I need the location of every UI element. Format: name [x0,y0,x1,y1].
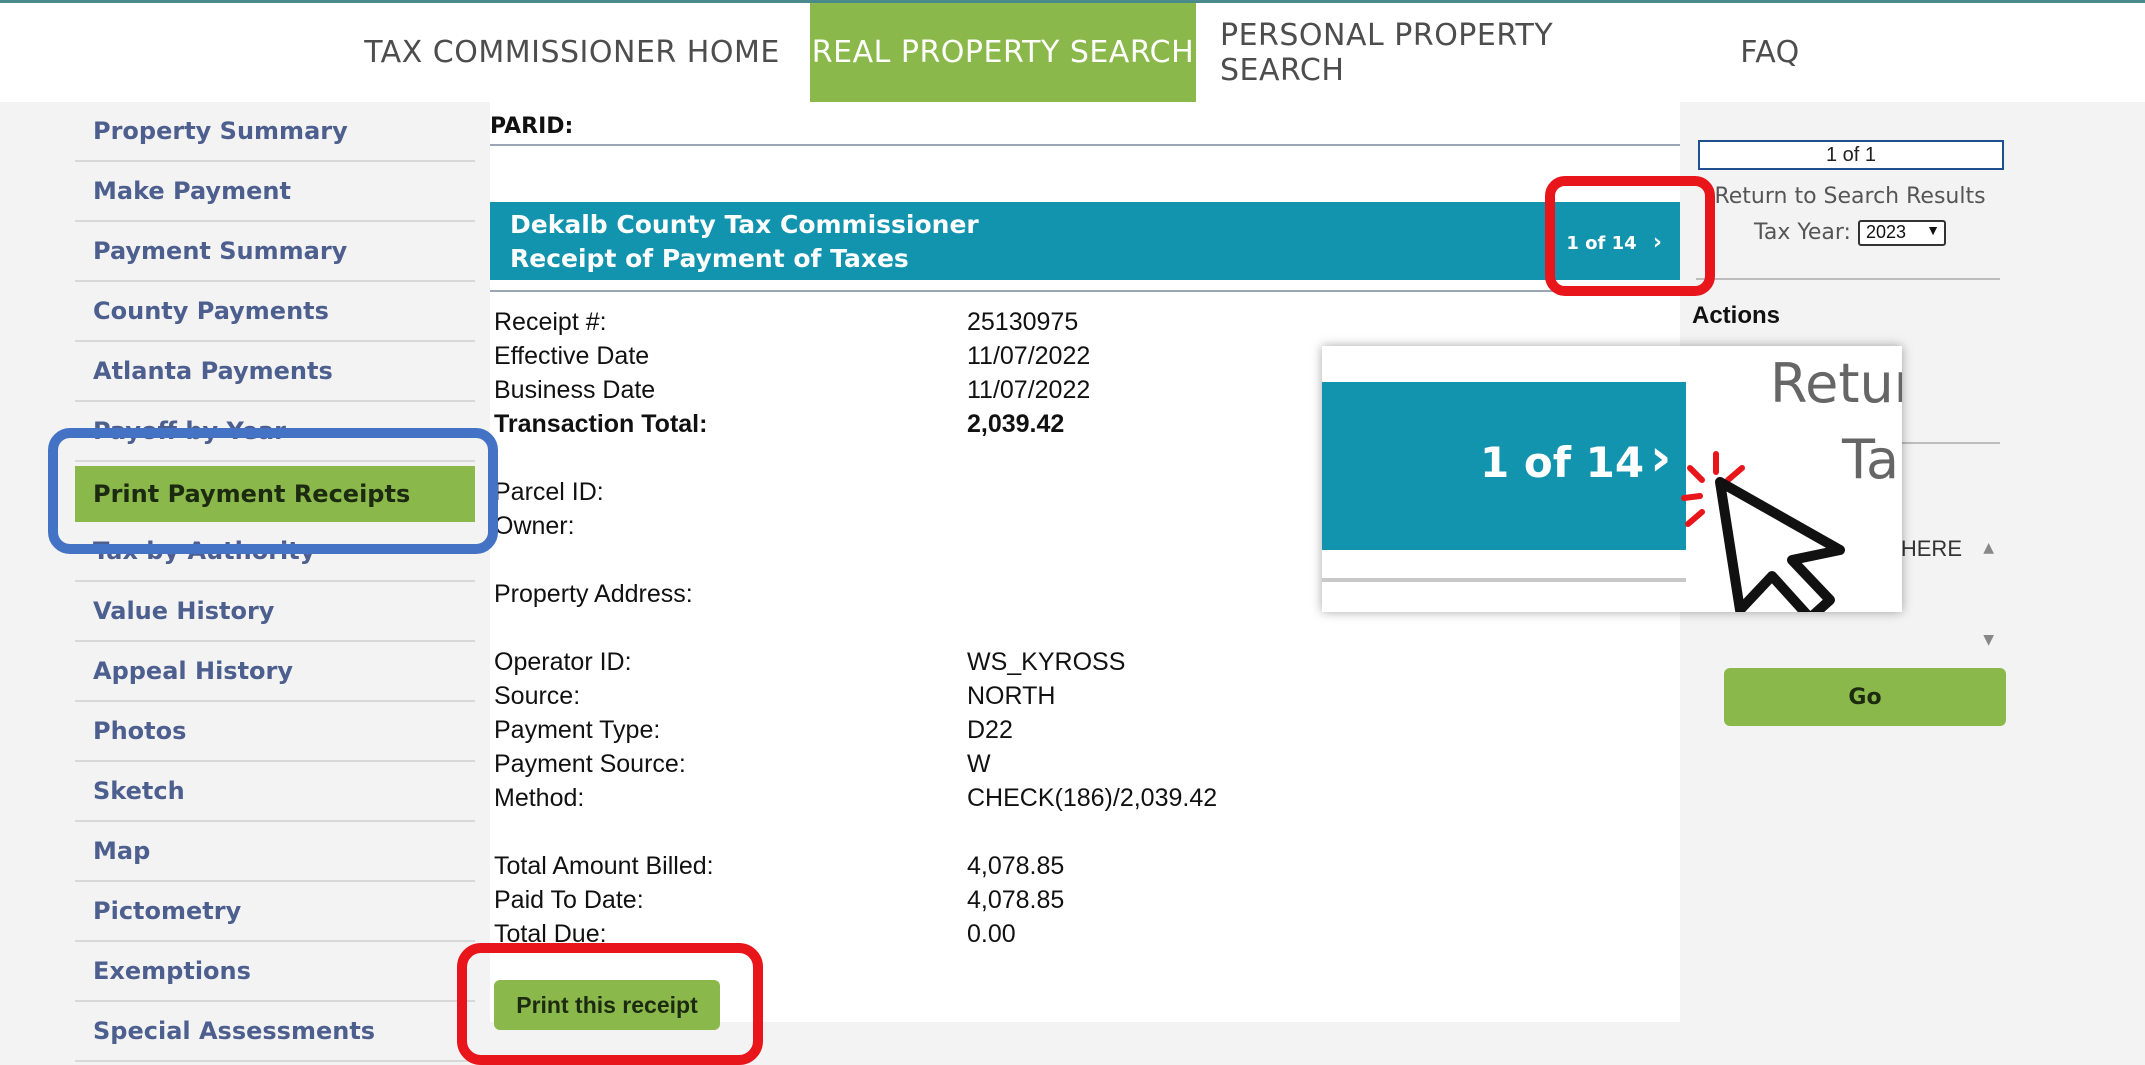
tax-year-value: 2023 [1865,222,1906,242]
actions-list-text: HERE [1900,536,1962,561]
payment-source-label: Payment Source: [494,750,686,778]
tax-year-label: Tax Year: [1754,220,1851,245]
operator-id-value: WS_KYROSS [967,648,1126,676]
tax-year-select[interactable]: 2023 ▼ [1857,220,1946,246]
nav-real-property-search[interactable]: REAL PROPERTY SEARCH [810,3,1196,102]
sidebar-item-appeal-history[interactable]: Appeal History [75,642,475,702]
operator-id-label: Operator ID: [494,648,632,676]
chevron-down-icon: ▼ [1926,222,1940,238]
sidebar-item-payment-summary[interactable]: Payment Summary [75,222,475,282]
top-navigation: TAX COMMISSIONER HOME REAL PROPERTY SEAR… [0,0,2145,102]
parcel-id-label: Parcel ID: [494,478,604,506]
divider [490,144,1680,146]
paid-to-date-label: Paid To Date: [494,886,644,914]
property-address-label: Property Address: [494,580,693,608]
payment-type-label: Payment Type: [494,716,661,744]
sidebar-item-map[interactable]: Map [75,822,475,882]
source-label: Source: [494,682,581,710]
sidebar-item-county-payments[interactable]: County Payments [75,282,475,342]
method-value: CHECK(186)/2,039.42 [967,784,1218,812]
zoom-inset: 1 of 14 › Retur Ta [1322,346,1902,612]
highlight-box-print-receipts [48,428,498,554]
sidebar-item-atlanta-payments[interactable]: Atlanta Payments [75,342,475,402]
zoom-divider [1322,578,1686,582]
sidebar-item-photos[interactable]: Photos [75,702,475,762]
effective-date-label: Effective Date [494,342,650,370]
nav-faq[interactable]: FAQ [1720,3,1820,102]
zoom-pager-text: 1 of 14 [1480,438,1645,487]
source-value: NORTH [967,682,1056,710]
receipt-banner: Dekalb County Tax Commissioner Receipt o… [490,202,1680,280]
total-billed-label: Total Amount Billed: [494,852,714,880]
sidebar-item-sketch[interactable]: Sketch [75,762,475,822]
zoom-return-text: Retur [1770,352,1902,415]
sidebar-item-property-summary[interactable]: Property Summary [75,102,475,162]
nav-personal-property-search[interactable]: PERSONAL PROPERTY SEARCH [1220,3,1680,102]
receipt-number-label: Receipt #: [494,308,607,336]
divider [1696,278,2000,280]
scroll-up-icon[interactable]: ▲ [1983,540,1994,556]
business-date-label: Business Date [494,376,656,404]
receipt-number-value: 25130975 [967,308,1079,336]
transaction-total-label: Transaction Total: [494,410,708,438]
payment-source-value: W [967,750,991,778]
sidebar-item-pictometry[interactable]: Pictometry [75,882,475,942]
scroll-down-icon[interactable]: ▼ [1983,632,1994,648]
effective-date-value: 11/07/2022 [967,342,1091,370]
owner-label: Owner: [494,512,575,540]
highlight-box-print-button [457,943,763,1065]
method-label: Method: [494,784,585,812]
cursor-pointer-icon [1715,477,1845,612]
banner-title-line1: Dekalb County Tax Commissioner [510,210,979,239]
nav-tax-commissioner-home[interactable]: TAX COMMISSIONER HOME [362,3,782,102]
highlight-box-pager [1545,176,1715,296]
search-result-pager: 1 of 1 [1698,140,2004,170]
parid-label: PARID: [490,114,574,139]
sidebar-item-exemptions[interactable]: Exemptions [75,942,475,1002]
banner-title-line2: Receipt of Payment of Taxes [510,244,909,273]
tax-year-row: Tax Year: 2023 ▼ [1690,220,2010,246]
total-billed-value: 4,078.85 [967,852,1065,880]
payment-type-value: D22 [967,716,1013,744]
business-date-value: 11/07/2022 [967,376,1091,404]
go-button[interactable]: Go [1724,668,2006,726]
divider [490,290,1680,292]
actions-heading: Actions [1692,302,1781,329]
sidebar-item-special-assessments[interactable]: Special Assessments [75,1002,475,1062]
sidebar-item-value-history[interactable]: Value History [75,582,475,642]
transaction-total-value: 2,039.42 [967,410,1065,438]
total-due-value: 0.00 [967,920,1016,948]
sidebar-item-make-payment[interactable]: Make Payment [75,162,475,222]
zoom-chevron-right-icon: › [1650,428,1672,488]
return-to-search-link[interactable]: Return to Search Results [1690,184,2010,209]
paid-to-date-value: 4,078.85 [967,886,1065,914]
